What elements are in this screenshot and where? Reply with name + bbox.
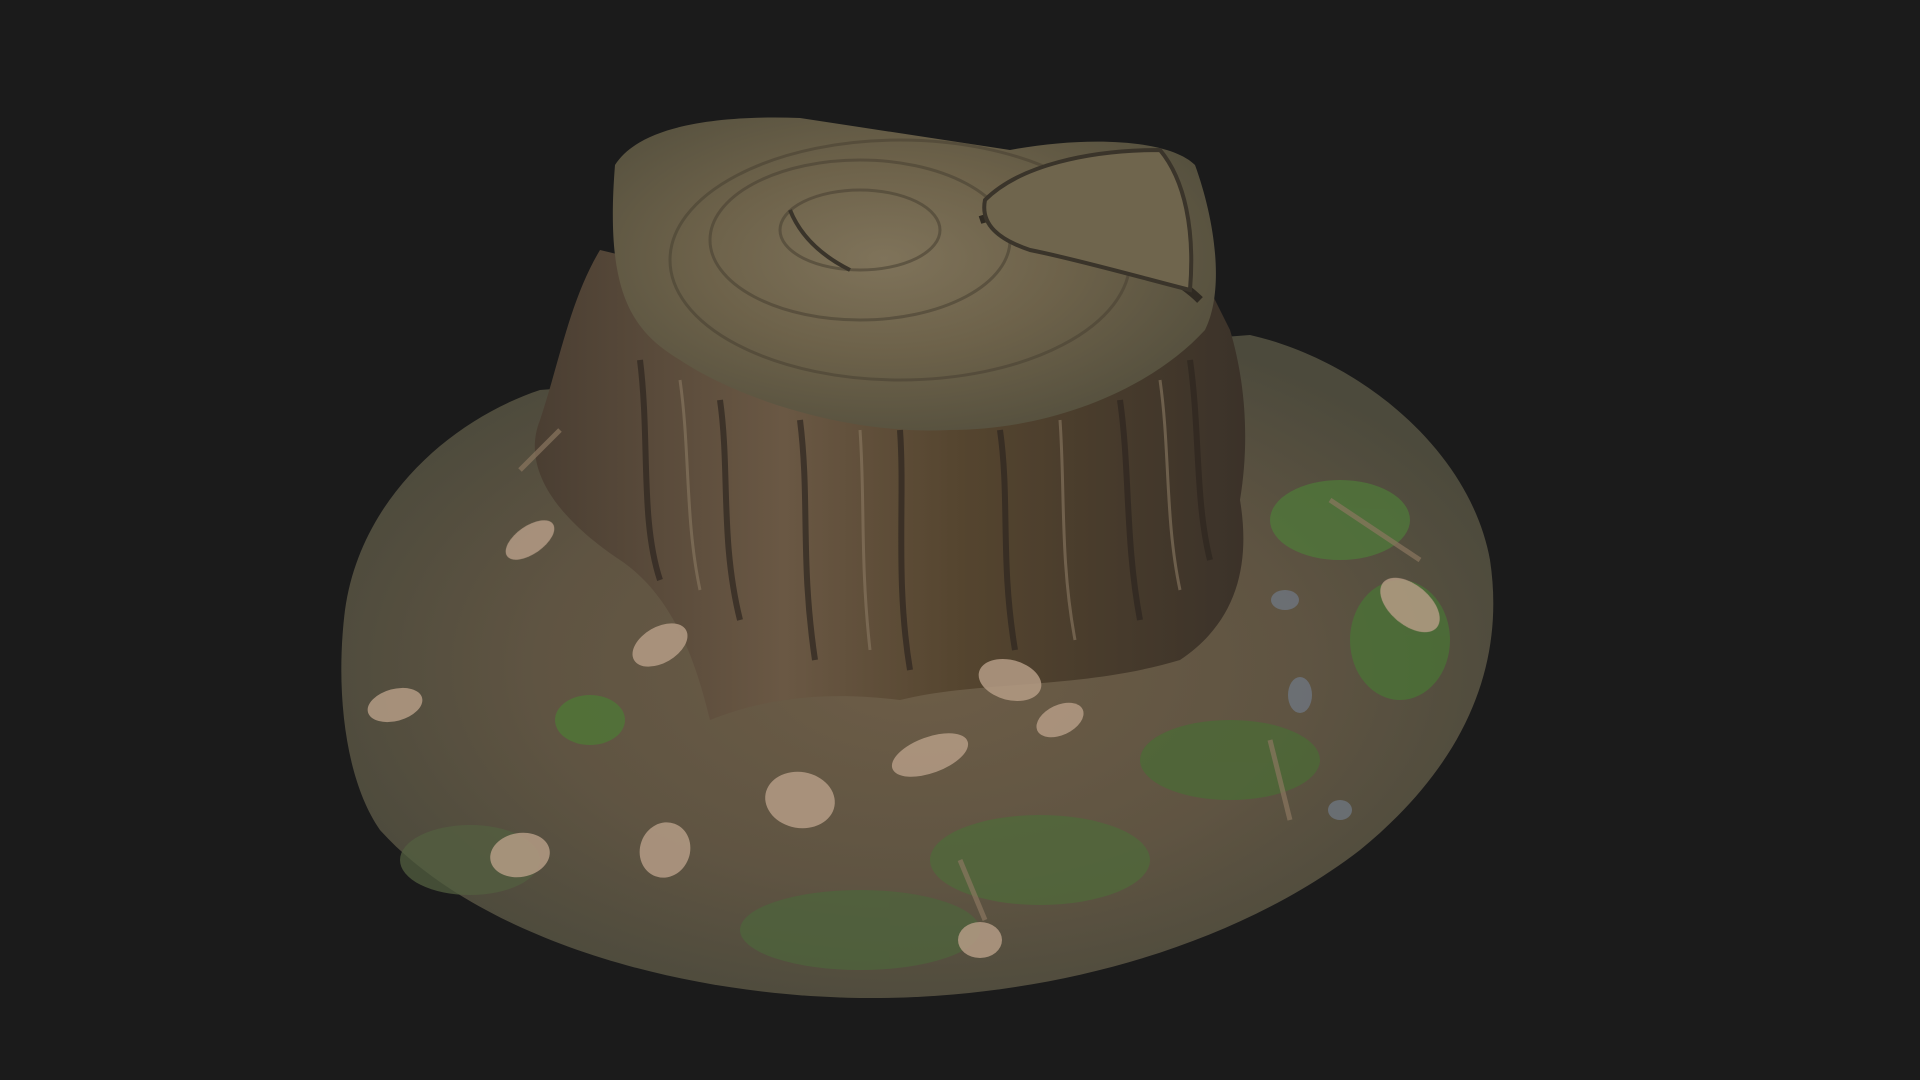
- stump-model[interactable]: [0, 0, 1920, 1080]
- 3d-viewport[interactable]: [0, 0, 1920, 1080]
